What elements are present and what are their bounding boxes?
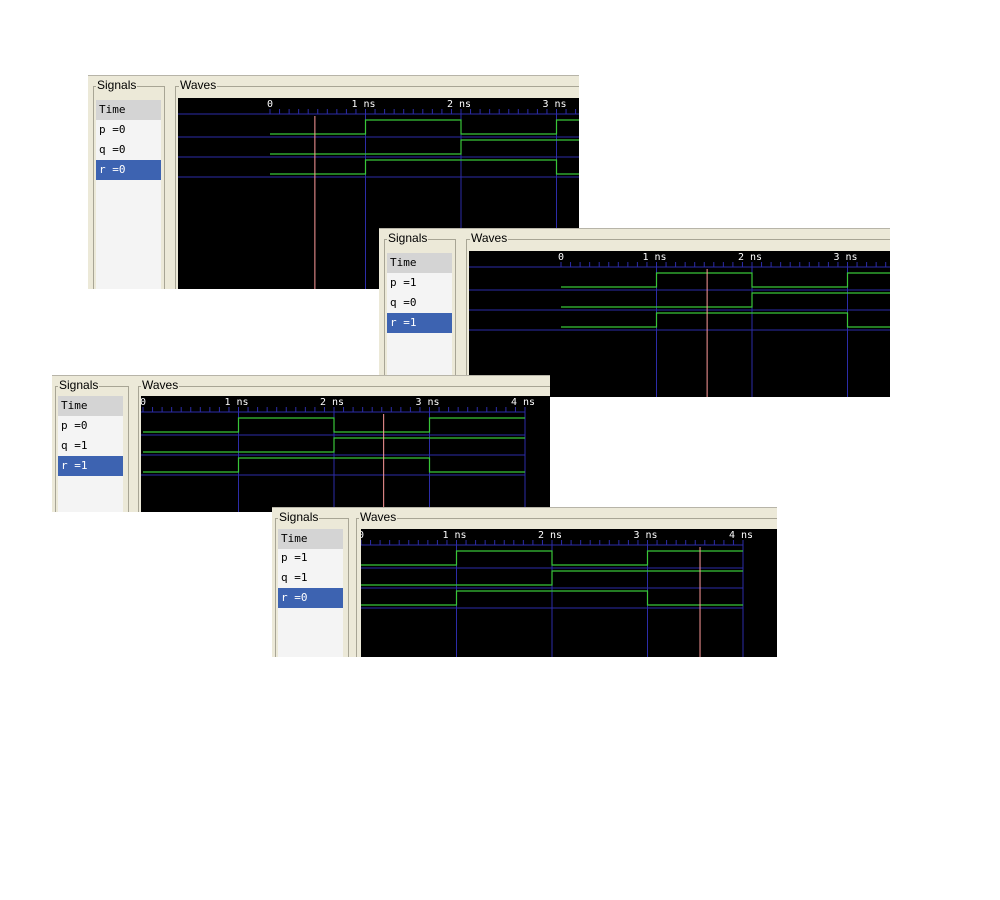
signals-group-label: Signals	[278, 510, 320, 524]
wave-p	[361, 550, 743, 566]
signals-group-label: Signals	[58, 378, 100, 392]
signal-row-q[interactable]: q =0	[96, 140, 161, 160]
signal-row-time[interactable]: Time	[278, 529, 343, 549]
waves-group-label: Waves	[359, 510, 398, 524]
simulator-panel: Signals Time p =0 q =1 r =1 Waves 0 1 ns 2…	[52, 375, 550, 512]
signals-group-label: Signals	[387, 231, 429, 245]
signal-row-time[interactable]: Time	[96, 100, 161, 120]
signal-row-q[interactable]: q =1	[278, 568, 343, 588]
wave-p	[143, 417, 525, 433]
tick-label: 0	[558, 252, 564, 263]
tick-label: 2 ns	[447, 99, 471, 110]
tick-label: 1 ns	[443, 530, 467, 541]
wave-q	[270, 139, 579, 155]
tick-label: 3 ns	[416, 397, 440, 408]
signal-row-p[interactable]: p =0	[58, 416, 123, 436]
tick-label: 3 ns	[634, 530, 658, 541]
waves-group-label: Waves	[470, 231, 509, 245]
wave-p	[561, 272, 890, 288]
tick-label: 1 ns	[643, 252, 667, 263]
tick-label: 0	[361, 530, 364, 541]
signal-row-q[interactable]: q =1	[58, 436, 123, 456]
signal-row-p[interactable]: p =1	[387, 273, 452, 293]
wave-q	[361, 570, 743, 586]
signal-row-p[interactable]: p =0	[96, 120, 161, 140]
wave-q	[561, 292, 890, 308]
signals-group-label: Signals	[96, 78, 138, 92]
wave-r	[561, 312, 890, 328]
signal-row-r[interactable]: r =1	[58, 456, 123, 476]
signals-list: Time p =0 q =0 r =0	[96, 100, 161, 289]
signal-row-r[interactable]: r =0	[96, 160, 161, 180]
signal-row-r[interactable]: r =0	[278, 588, 343, 608]
tick-label: 3 ns	[543, 99, 567, 110]
simulator-panel: Signals Time p =1 q =1 r =0 Waves 0 1 ns 2…	[272, 507, 777, 657]
signal-row-time[interactable]: Time	[58, 396, 123, 416]
wave-canvas[interactable]: 0 1 ns 2 ns 3 ns 4 ns	[361, 529, 777, 657]
wave-q	[143, 437, 525, 453]
signals-list: Time p =1 q =1 r =0	[278, 529, 343, 657]
waves-group-label: Waves	[179, 78, 218, 92]
signal-row-r[interactable]: r =1	[387, 313, 452, 333]
tick-label: 0	[141, 397, 146, 408]
tick-label: 2 ns	[320, 397, 344, 408]
wave-p	[270, 119, 579, 135]
tick-label: 4 ns	[729, 530, 753, 541]
tick-label: 1 ns	[352, 99, 376, 110]
wave-canvas[interactable]: 0 1 ns 2 ns 3 ns 4 ns	[141, 396, 550, 512]
signal-row-q[interactable]: q =0	[387, 293, 452, 313]
tick-label: 2 ns	[538, 530, 562, 541]
tick-label: 2 ns	[738, 252, 762, 263]
tick-label: 3 ns	[834, 252, 858, 263]
waves-group-label: Waves	[141, 378, 180, 392]
signal-row-time[interactable]: Time	[387, 253, 452, 273]
tick-label: 1 ns	[225, 397, 249, 408]
wave-r	[270, 159, 579, 175]
tick-label: 0	[267, 99, 273, 110]
simulator-panel: Signals Time p =1 q =0 r =1 Waves 0 1 ns 2…	[379, 228, 890, 397]
signal-row-p[interactable]: p =1	[278, 548, 343, 568]
signals-list: Time p =0 q =1 r =1	[58, 396, 123, 512]
tick-label: 4 ns	[511, 397, 535, 408]
